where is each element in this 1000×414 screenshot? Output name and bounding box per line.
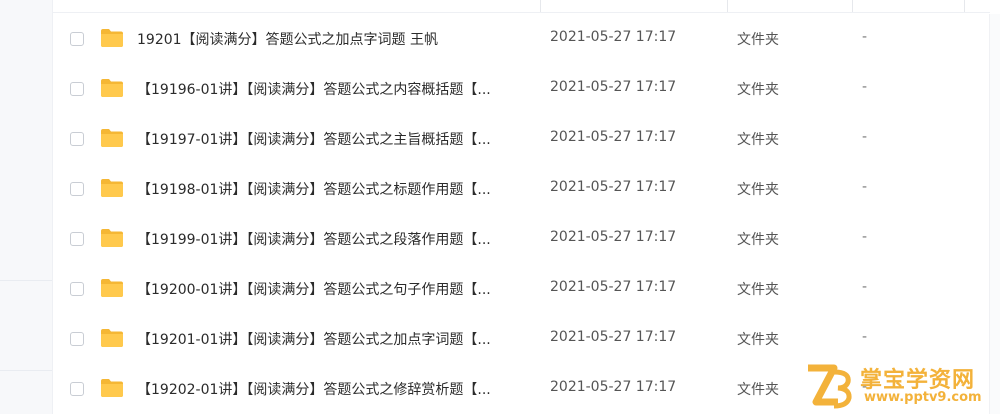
file-size: - bbox=[862, 279, 868, 295]
file-size: - bbox=[862, 229, 868, 245]
watermark-url: www.pptv9.com bbox=[864, 390, 982, 405]
table-row[interactable]: 【19196-01讲】【阅读满分】答题公式之内容概括题【... 2021-05-… bbox=[52, 64, 990, 114]
row-checkbox[interactable] bbox=[70, 32, 84, 46]
sidebar bbox=[0, 0, 53, 414]
file-list: 19201【阅读满分】答题公式之加点字词题 王帆 2021-05-27 17:1… bbox=[52, 14, 990, 414]
file-name[interactable]: 【19201-01讲】【阅读满分】答题公式之加点字词题【... bbox=[137, 329, 491, 349]
vertical-scrollbar[interactable] bbox=[989, 14, 1000, 414]
row-checkbox[interactable] bbox=[70, 282, 84, 296]
modified-time: 2021-05-27 17:17 bbox=[550, 179, 677, 195]
file-name[interactable]: 【19197-01讲】【阅读满分】答题公式之主旨概括题【... bbox=[137, 129, 491, 149]
column-separator[interactable] bbox=[727, 0, 728, 12]
folder-icon bbox=[101, 279, 123, 297]
column-separator[interactable] bbox=[540, 0, 541, 12]
table-row[interactable]: 【19200-01讲】【阅读满分】答题公式之句子作用题【... 2021-05-… bbox=[52, 264, 990, 314]
file-type: 文件夹 bbox=[737, 132, 779, 148]
file-type: 文件夹 bbox=[737, 382, 779, 398]
file-type: 文件夹 bbox=[737, 32, 779, 48]
file-name[interactable]: 【19200-01讲】【阅读满分】答题公式之句子作用题【... bbox=[137, 279, 491, 299]
watermark: 掌宝学资网 www.pptv9.com bbox=[804, 362, 994, 410]
row-checkbox[interactable] bbox=[70, 232, 84, 246]
file-name[interactable]: 【19196-01讲】【阅读满分】答题公式之内容概括题【... bbox=[137, 79, 491, 99]
modified-time: 2021-05-27 17:17 bbox=[550, 79, 677, 95]
file-name[interactable]: 【19199-01讲】【阅读满分】答题公式之段落作用题【... bbox=[137, 229, 491, 249]
folder-icon bbox=[101, 329, 123, 347]
modified-time: 2021-05-27 17:17 bbox=[550, 379, 677, 395]
modified-time: 2021-05-27 17:17 bbox=[550, 129, 677, 145]
file-size: - bbox=[862, 179, 868, 195]
row-checkbox[interactable] bbox=[70, 332, 84, 346]
file-type: 文件夹 bbox=[737, 282, 779, 298]
modified-time: 2021-05-27 17:17 bbox=[550, 329, 677, 345]
column-separator[interactable] bbox=[852, 0, 853, 12]
folder-icon bbox=[101, 379, 123, 397]
file-size: - bbox=[862, 29, 868, 45]
file-manager-window: 19201【阅读满分】答题公式之加点字词题 王帆 2021-05-27 17:1… bbox=[0, 0, 1000, 414]
file-type: 文件夹 bbox=[737, 182, 779, 198]
folder-icon bbox=[101, 179, 123, 197]
table-row[interactable]: 19201【阅读满分】答题公式之加点字词题 王帆 2021-05-27 17:1… bbox=[52, 14, 990, 64]
file-type: 文件夹 bbox=[737, 232, 779, 248]
file-size: - bbox=[862, 329, 868, 345]
table-row[interactable]: 【19199-01讲】【阅读满分】答题公式之段落作用题【... 2021-05-… bbox=[52, 214, 990, 264]
table-row[interactable]: 【19201-01讲】【阅读满分】答题公式之加点字词题【... 2021-05-… bbox=[52, 314, 990, 364]
file-type: 文件夹 bbox=[737, 82, 779, 98]
folder-icon bbox=[101, 79, 123, 97]
sidebar-divider bbox=[0, 370, 52, 371]
file-size: - bbox=[862, 129, 868, 145]
folder-icon bbox=[101, 129, 123, 147]
file-list-header bbox=[52, 0, 990, 13]
file-size: - bbox=[862, 79, 868, 95]
file-name[interactable]: 19201【阅读满分】答题公式之加点字词题 王帆 bbox=[137, 29, 438, 49]
table-row[interactable]: 【19198-01讲】【阅读满分】答题公式之标题作用题【... 2021-05-… bbox=[52, 164, 990, 214]
folder-icon bbox=[101, 229, 123, 247]
modified-time: 2021-05-27 17:17 bbox=[550, 279, 677, 295]
file-type: 文件夹 bbox=[737, 332, 779, 348]
column-separator[interactable] bbox=[964, 0, 965, 12]
file-name[interactable]: 【19202-01讲】【阅读满分】答题公式之修辞赏析题【... bbox=[137, 379, 491, 399]
row-checkbox[interactable] bbox=[70, 382, 84, 396]
modified-time: 2021-05-27 17:17 bbox=[550, 229, 677, 245]
watermark-logo-icon bbox=[808, 364, 852, 409]
modified-time: 2021-05-27 17:17 bbox=[550, 29, 677, 45]
file-name[interactable]: 【19198-01讲】【阅读满分】答题公式之标题作用题【... bbox=[137, 179, 491, 199]
row-checkbox[interactable] bbox=[70, 132, 84, 146]
table-row[interactable]: 【19197-01讲】【阅读满分】答题公式之主旨概括题【... 2021-05-… bbox=[52, 114, 990, 164]
row-checkbox[interactable] bbox=[70, 182, 84, 196]
sidebar-divider bbox=[0, 280, 52, 281]
folder-icon bbox=[101, 29, 123, 47]
row-checkbox[interactable] bbox=[70, 82, 84, 96]
